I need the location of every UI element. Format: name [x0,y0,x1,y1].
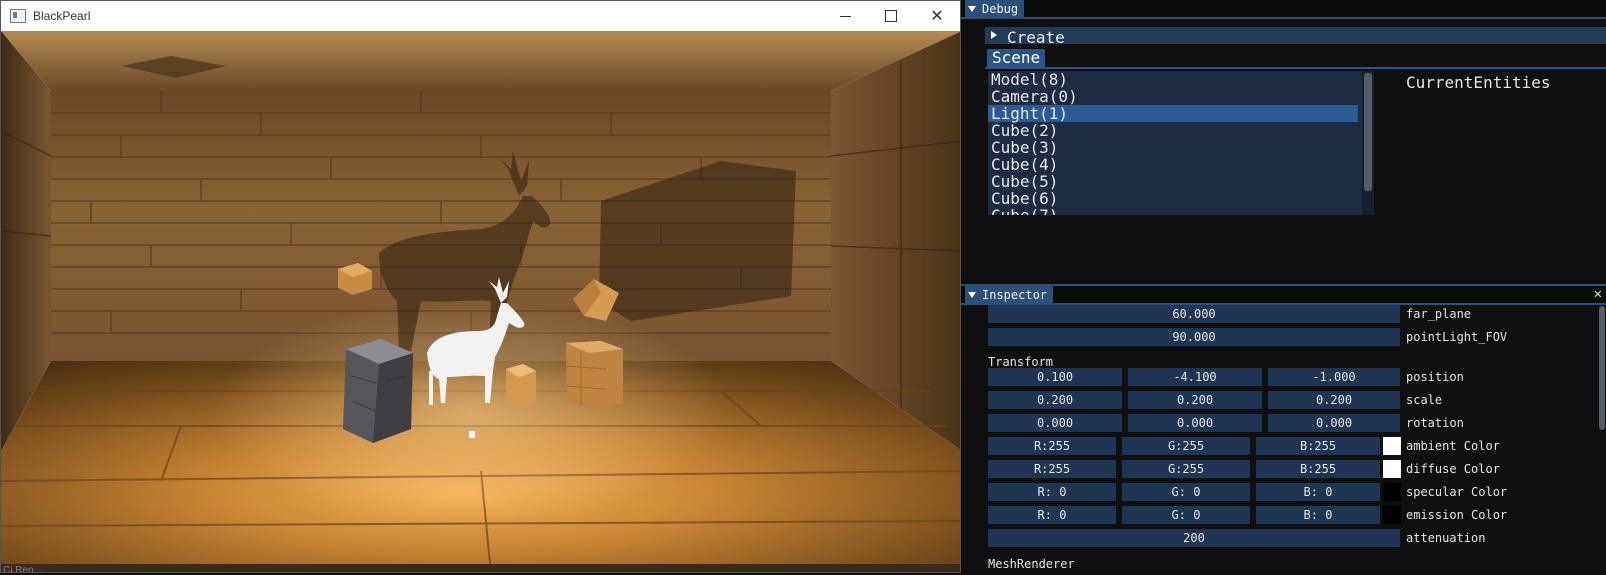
list-scrollbar-thumb[interactable] [1364,73,1372,191]
debug-titlebar[interactable]: Debug [961,0,1606,19]
list-item[interactable]: Camera(0) [988,88,1374,105]
list-scrollbar[interactable] [1362,71,1374,215]
render-window: BlackPearl ✕ Ci Reo ... [0,0,961,573]
attenuation-label: attenuation [1406,531,1486,545]
rotation-x-field[interactable]: 0.000 [988,414,1122,432]
list-item[interactable]: Cube(7) [988,207,1374,215]
inspector-scrollbar-thumb[interactable] [1599,306,1605,430]
rotation-y-field[interactable]: 0.000 [1128,414,1262,432]
create-label: Create [1007,28,1065,47]
list-item[interactable]: Cube(4) [988,156,1374,173]
inspector-close-icon[interactable]: ✕ [1594,286,1602,303]
position-x-field[interactable]: 0.100 [988,368,1122,386]
create-header[interactable]: Create [985,27,1606,47]
emission-color-swatch[interactable] [1383,506,1401,524]
3d-viewport[interactable]: Ci Reo ... [1,31,960,573]
debug-tab[interactable]: Debug [965,0,1025,17]
minimize-icon [839,15,851,17]
scene-render [1,31,960,572]
specular-color-swatch[interactable] [1383,483,1401,501]
position-label: position [1406,370,1464,384]
list-item[interactable]: Cube(5) [988,173,1374,190]
list-item[interactable]: Cube(3) [988,139,1374,156]
ambient-b-field[interactable]: B:255 [1256,437,1380,455]
specular-b-field[interactable]: B: 0 [1256,483,1380,501]
maximize-icon [885,10,897,22]
emission-g-field[interactable]: G: 0 [1122,506,1250,524]
scale-z-field[interactable]: 0.200 [1268,391,1400,409]
tab-scene[interactable]: Scene [987,49,1046,67]
status-text: Ci Reo ... [3,565,45,573]
inspector-titlebar[interactable]: Inspector ✕ [961,286,1606,305]
list-item[interactable]: Cube(6) [988,190,1374,207]
ambient-r-field[interactable]: R:255 [988,437,1116,455]
rotation-z-field[interactable]: 0.000 [1268,414,1400,432]
diffuse-color-label: diffuse Color [1406,462,1500,476]
scene-tabbar: Scene [985,49,1606,69]
attenuation-field[interactable]: 200 [988,529,1400,547]
minimize-button[interactable] [822,1,868,31]
emission-r-field[interactable]: R: 0 [988,506,1116,524]
collapse-icon[interactable] [968,5,976,12]
specular-g-field[interactable]: G: 0 [1122,483,1250,501]
scale-y-field[interactable]: 0.200 [1128,391,1262,409]
specular-r-field[interactable]: R: 0 [988,483,1116,501]
window-titlebar[interactable]: BlackPearl ✕ [1,1,960,31]
inspector-tab[interactable]: Inspector [965,286,1054,303]
current-entities-label: CurrentEntities [1406,73,1551,92]
pointlight-fov-field[interactable]: 90.000 [988,328,1400,346]
ambient-g-field[interactable]: G:255 [1122,437,1250,455]
list-item[interactable]: Light(1) [988,105,1358,122]
debug-title: Debug [982,1,1019,16]
diffuse-g-field[interactable]: G:255 [1122,460,1250,478]
far-plane-field[interactable]: 60.000 [988,305,1400,323]
diffuse-b-field[interactable]: B:255 [1256,460,1380,478]
list-item[interactable]: Cube(2) [988,122,1374,139]
close-button[interactable]: ✕ [914,1,960,31]
emission-b-field[interactable]: B: 0 [1256,506,1380,524]
close-icon: ✕ [930,8,944,25]
status-strip: Ci Reo ... [1,564,960,573]
window-title: BlackPearl [33,9,91,23]
ambient-color-label: ambient Color [1406,439,1500,453]
list-item[interactable]: Model(8) [988,71,1374,88]
entity-list[interactable]: Model(8) Camera(0) Light(1) Cube(2) Cube(3) C… [988,71,1374,215]
transform-header[interactable]: Transform [988,355,1053,369]
app-window-icon [10,9,26,23]
maximize-button[interactable] [868,1,914,31]
position-z-field[interactable]: -1.000 [1268,368,1400,386]
specular-color-label: specular Color [1406,485,1508,499]
emission-color-label: emission Color [1406,508,1508,522]
position-y-field[interactable]: -4.100 [1128,368,1262,386]
scale-label: scale [1406,393,1443,407]
inspector-title: Inspector [982,287,1048,302]
ambient-color-swatch[interactable] [1383,437,1401,455]
far-plane-label: far_plane [1406,307,1472,321]
pointlight-fov-label: pointLight_FOV [1406,330,1508,344]
rotation-label: rotation [1406,416,1464,430]
diffuse-color-swatch[interactable] [1383,460,1401,478]
collapse-icon[interactable] [968,291,976,298]
diffuse-r-field[interactable]: R:255 [988,460,1116,478]
expand-arrow-icon [991,31,997,39]
scale-x-field[interactable]: 0.200 [988,391,1122,409]
meshrenderer-header[interactable]: MeshRenderer [988,557,1075,571]
